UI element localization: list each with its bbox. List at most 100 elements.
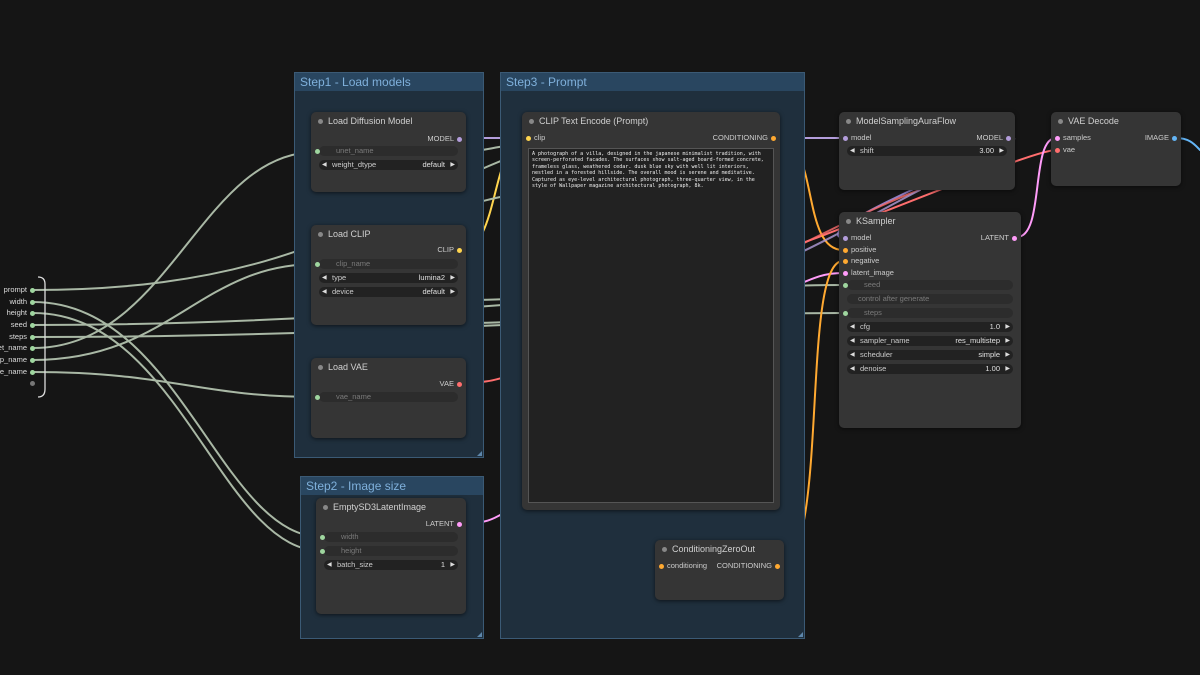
output-model-dot[interactable] (457, 136, 462, 142)
input-model-dot[interactable] (843, 235, 848, 241)
reroute-dot-clip[interactable] (30, 358, 35, 363)
reroute-dot-prompt[interactable] (30, 288, 35, 293)
reroute-dot-unet[interactable] (30, 346, 35, 351)
vae-name-widget[interactable]: vae_name (315, 392, 458, 402)
unet-name-input-dot[interactable] (315, 148, 320, 154)
output-vae[interactable]: VAE (402, 379, 462, 389)
node-clip-text-encode[interactable]: CLIP Text Encode (Prompt) clip CONDITION… (522, 112, 780, 510)
weight-dtype-widget[interactable]: ◀ weight_dtype default ▶ (319, 160, 458, 170)
node-title[interactable]: Load Diffusion Model (311, 112, 466, 131)
increment-arrow-icon[interactable]: ▶ (999, 146, 1004, 156)
vae-name-input-dot[interactable] (315, 394, 320, 400)
output-conditioning-dot[interactable] (771, 135, 776, 141)
input-vae-dot[interactable] (1055, 147, 1060, 153)
group-resize-handle[interactable] (798, 632, 803, 637)
output-conditioning[interactable]: CONDITIONING (710, 561, 780, 571)
width-input-dot[interactable] (320, 534, 325, 540)
decrement-arrow-icon[interactable]: ◀ (327, 560, 332, 570)
shift-widget[interactable]: ◀ shift 3.00 ▶ (847, 146, 1007, 156)
input-model-dot[interactable] (843, 135, 848, 141)
node-model-sampling-aura-flow[interactable]: ModelSamplingAuraFlow model MODEL ◀ shif… (839, 112, 1015, 190)
increment-arrow-icon[interactable]: ▶ (1005, 336, 1010, 346)
node-vae-decode[interactable]: VAE Decode samples vae IMAGE (1051, 112, 1181, 186)
input-clip[interactable]: clip (526, 133, 586, 143)
decrement-arrow-icon[interactable]: ◀ (850, 336, 855, 346)
increment-arrow-icon[interactable]: ▶ (1005, 364, 1010, 374)
node-empty-sd3-latent-image[interactable]: EmptySD3LatentImage LATENT width height … (316, 498, 466, 614)
node-title[interactable]: ModelSamplingAuraFlow (839, 112, 1015, 131)
decrement-arrow-icon[interactable]: ◀ (322, 273, 327, 283)
input-positive[interactable]: positive (843, 245, 913, 255)
increment-arrow-icon[interactable]: ▶ (450, 273, 455, 283)
cfg-widget[interactable]: ◀ cfg 1.0 ▶ (847, 322, 1013, 332)
input-clip-dot[interactable] (526, 135, 531, 141)
group-title-step3[interactable]: Step3 - Prompt (501, 73, 804, 91)
decrement-arrow-icon[interactable]: ◀ (850, 322, 855, 332)
control-after-generate-widget[interactable]: control after generate (847, 294, 1013, 304)
seed-widget[interactable]: seed (843, 280, 1013, 290)
output-model[interactable]: MODEL (402, 134, 462, 144)
reroute-dot-width[interactable] (30, 300, 35, 305)
output-latent-dot[interactable] (457, 521, 462, 527)
input-negative-dot[interactable] (843, 258, 848, 264)
output-vae-dot[interactable] (457, 381, 462, 387)
output-latent-dot[interactable] (1012, 235, 1017, 241)
group-resize-handle[interactable] (477, 451, 482, 456)
node-conditioning-zero-out[interactable]: ConditioningZeroOut conditioning CONDITI… (655, 540, 784, 600)
steps-widget[interactable]: steps (843, 308, 1013, 318)
input-positive-dot[interactable] (843, 247, 848, 253)
decrement-arrow-icon[interactable]: ◀ (850, 350, 855, 360)
node-title[interactable]: EmptySD3LatentImage (316, 498, 466, 517)
increment-arrow-icon[interactable]: ▶ (450, 560, 455, 570)
input-conditioning-dot[interactable] (659, 563, 664, 569)
decrement-arrow-icon[interactable]: ◀ (322, 160, 327, 170)
output-conditioning-dot[interactable] (775, 563, 780, 569)
node-title[interactable]: ConditioningZeroOut (655, 540, 784, 559)
output-conditioning[interactable]: CONDITIONING (696, 133, 776, 143)
increment-arrow-icon[interactable]: ▶ (450, 160, 455, 170)
reroute-dot-height[interactable] (30, 311, 35, 316)
prompt-textarea[interactable]: A photograph of a villa, designed in the… (528, 148, 774, 503)
steps-input-dot[interactable] (843, 310, 848, 316)
seed-input-dot[interactable] (843, 282, 848, 288)
input-model[interactable]: model (843, 133, 903, 143)
group-resize-handle[interactable] (477, 632, 482, 637)
scheduler-widget[interactable]: ◀ scheduler simple ▶ (847, 350, 1013, 360)
clip-name-widget[interactable]: clip_name (315, 259, 458, 269)
node-title[interactable]: CLIP Text Encode (Prompt) (522, 112, 780, 131)
group-title-step2[interactable]: Step2 - Image size (301, 477, 483, 495)
node-title[interactable]: VAE Decode (1051, 112, 1181, 131)
node-load-diffusion-model[interactable]: Load Diffusion Model MODEL unet_name ◀ w… (311, 112, 466, 192)
input-samples-dot[interactable] (1055, 135, 1060, 141)
decrement-arrow-icon[interactable]: ◀ (850, 146, 855, 156)
input-negative[interactable]: negative (843, 256, 913, 266)
reroute-dot-steps[interactable] (30, 335, 35, 340)
reroute-dot-vae[interactable] (30, 370, 35, 375)
node-title[interactable]: KSampler (839, 212, 1021, 231)
output-image-dot[interactable] (1172, 135, 1177, 141)
node-title[interactable]: Load CLIP (311, 225, 466, 244)
input-vae[interactable]: vae (1055, 145, 1115, 155)
height-widget[interactable]: height (320, 546, 458, 556)
input-latent-image-dot[interactable] (843, 270, 848, 276)
height-input-dot[interactable] (320, 548, 325, 554)
node-load-clip[interactable]: Load CLIP CLIP clip_name ◀ type lumina2 … (311, 225, 466, 325)
group-title-step1[interactable]: Step1 - Load models (295, 73, 483, 91)
output-clip-dot[interactable] (457, 247, 462, 253)
output-image[interactable]: IMAGE (1117, 133, 1177, 143)
increment-arrow-icon[interactable]: ▶ (1005, 322, 1010, 332)
denoise-widget[interactable]: ◀ denoise 1.00 ▶ (847, 364, 1013, 374)
input-samples[interactable]: samples (1055, 133, 1115, 143)
input-latent-image[interactable]: latent_image (843, 268, 923, 278)
reroute-dot-seed[interactable] (30, 323, 35, 328)
unet-name-widget[interactable]: unet_name (315, 146, 458, 156)
output-clip[interactable]: CLIP (402, 245, 462, 255)
device-widget[interactable]: ◀ device default ▶ (319, 287, 458, 297)
node-load-vae[interactable]: Load VAE VAE vae_name (311, 358, 466, 438)
sampler-name-widget[interactable]: ◀ sampler_name res_multistep ▶ (847, 336, 1013, 346)
width-widget[interactable]: width (320, 532, 458, 542)
node-title[interactable]: Load VAE (311, 358, 466, 377)
output-model-dot[interactable] (1006, 135, 1011, 141)
node-ksampler[interactable]: KSampler model positive negative latent_… (839, 212, 1021, 428)
increment-arrow-icon[interactable]: ▶ (450, 287, 455, 297)
